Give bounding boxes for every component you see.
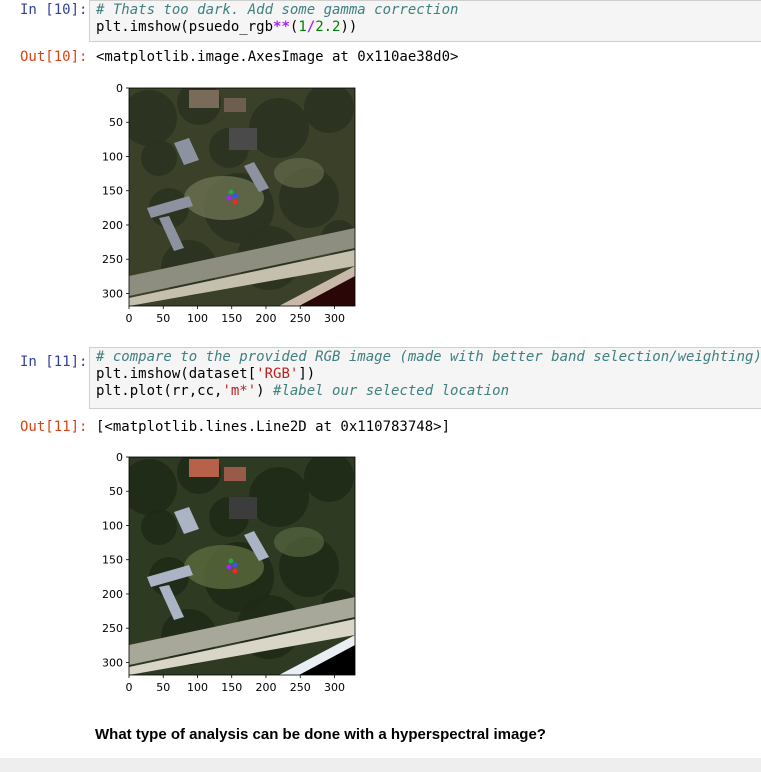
x-tick-label: 300 [324,681,345,694]
y-tick-label: 200 [102,588,123,601]
code-cell-11[interactable]: # compare to the provided RGB image (mad… [89,347,761,409]
y-tick-label: 250 [102,622,123,635]
code-token: 1 [298,19,307,35]
roof [189,459,219,477]
y-tick-label: 100 [102,150,123,163]
tree-cluster [249,467,309,527]
image-plot-10: 0 0 50 50 100 100 150 150 200 200 250 250 300 300 [95,80,360,325]
x-tick-label: 100 [187,681,208,694]
roof [224,467,246,481]
next-cell-edge [0,758,761,772]
y-tick-label: 300 [102,287,123,300]
output-prompt-11: Out[11]: [20,419,88,435]
x-tick-label: 50 [156,312,170,325]
building [229,497,257,519]
y-tick-label: 150 [102,185,123,198]
plot-svg: 0 0 50 50 100 100 150 150 200 200 250 250 300 300 [102,451,356,694]
x-tick-label: 250 [290,312,311,325]
tree-cluster [304,88,354,133]
y-tick-label: 150 [102,554,123,567]
x-tick-label: 200 [255,312,276,325]
clearing [184,545,264,589]
code-token: plt.imshow(psuedo_rgb [96,19,274,35]
code-token: / [306,19,316,35]
aerial-image [129,457,355,675]
input-prompt-10: In [10]: [20,2,88,18]
image-plot-11: 0 0 50 50 100 100 150 150 200 200 250 250 300 300 [95,449,360,694]
x-tick-label: 150 [221,681,242,694]
y-tick-label: 250 [102,253,123,266]
y-tick-label: 0 [116,451,123,464]
x-tick-label: 150 [221,312,242,325]
input-prompt-11: In [11]: [20,354,88,370]
y-tick-label: 100 [102,519,123,532]
code-token: ) [256,383,274,399]
code-token: )) [340,19,358,35]
clearing [184,176,264,220]
code-line: plt.imshow(psuedo_rgb**(1/2.2)) [96,19,755,36]
x-tick-label: 100 [187,312,208,325]
code-token: # Thats too dark. Add some gamma correct… [96,2,459,18]
code-token: ]) [298,366,316,382]
x-tick-label: 300 [324,312,345,325]
code-cell-10[interactable]: # Thats too dark. Add some gamma correct… [89,0,761,42]
code-token: plt.plot(rr,cc, [96,383,223,399]
y-tick-label: 0 [116,82,123,95]
building [229,128,257,150]
x-tick-label: 50 [156,681,170,694]
output-prompt-10: Out[10]: [20,49,88,65]
code-token: 'm*' [222,383,257,399]
x-tick-label: 250 [290,681,311,694]
x-tick-label: 0 [126,312,133,325]
location-marker [232,199,238,205]
x-tick-label: 200 [255,681,276,694]
tree-cluster [249,98,309,158]
code-line: # compare to the provided RGB image (mad… [96,349,761,366]
roof [224,98,246,112]
code-token: # compare to the provided RGB image (mad… [96,349,761,365]
output-text-11: [<matplotlib.lines.Line2D at 0x110783748… [96,419,451,435]
location-marker [228,558,234,564]
y-tick-label: 200 [102,219,123,232]
clearing [274,527,324,557]
location-marker [226,195,232,201]
x-tick-label: 0 [126,681,133,694]
code-line: plt.plot(rr,cc,'m*') #label our selected… [96,383,755,400]
code-token: plt.imshow(dataset[ [96,366,257,382]
code-token: #label our selected location [273,383,510,399]
location-marker [232,562,238,568]
plot-svg: 0 0 50 50 100 100 150 150 200 200 250 250 300 300 [102,82,356,325]
markdown-heading: What type of analysis can be done with a… [95,726,546,743]
output-text-10: <matplotlib.image.AxesImage at 0x110ae38… [96,49,459,65]
code-token: 'RGB' [256,366,299,382]
y-tick-label: 50 [109,116,123,129]
location-marker [232,193,238,199]
aerial-image [129,88,355,306]
y-tick-label: 300 [102,656,123,669]
y-tick-label: 50 [109,485,123,498]
code-token: ** [273,19,290,35]
location-marker [232,568,238,574]
tree-cluster [141,140,177,176]
location-marker [226,564,232,570]
clearing [274,158,324,188]
code-token: 2.2 [315,19,341,35]
location-marker [228,189,234,195]
code-line: # Thats too dark. Add some gamma correct… [96,2,755,19]
code-line: plt.imshow(dataset['RGB']) [96,366,755,383]
tree-cluster [304,457,354,502]
roof [189,90,219,108]
tree-cluster [141,509,177,545]
